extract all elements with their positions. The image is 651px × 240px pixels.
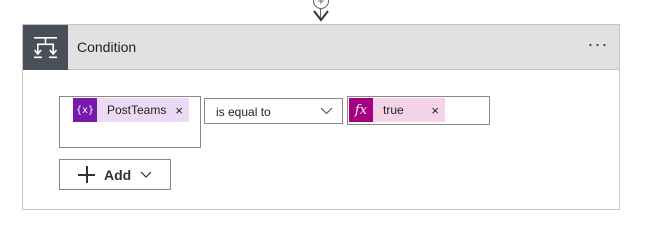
condition-card: Condition ··· {x} PostTeams × is equal t… — [22, 24, 620, 210]
add-button-label: Add — [104, 166, 132, 183]
arrow-down-icon — [313, 10, 329, 22]
add-button[interactable]: Add — [59, 159, 171, 190]
condition-icon-box — [23, 25, 68, 70]
right-operand-field[interactable]: fx true × — [347, 96, 490, 125]
insert-step-icon[interactable]: + — [313, 0, 329, 9]
variable-token[interactable]: {x} PostTeams × — [73, 98, 189, 122]
expression-icon: fx — [349, 98, 373, 122]
remove-token-icon[interactable]: × — [431, 103, 445, 118]
more-options-button[interactable]: ··· — [585, 35, 611, 57]
card-header[interactable]: Condition ··· — [23, 25, 619, 70]
plus-icon — [78, 166, 95, 183]
remove-token-icon[interactable]: × — [175, 103, 189, 118]
condition-branch-icon — [33, 37, 58, 59]
chevron-down-icon — [320, 107, 333, 115]
chevron-down-icon — [140, 171, 152, 178]
card-title: Condition — [77, 39, 137, 55]
left-operand-field[interactable]: {x} PostTeams × — [59, 96, 201, 148]
expression-token[interactable]: fx true × — [349, 98, 445, 122]
operator-dropdown[interactable]: is equal to — [204, 98, 343, 124]
expression-token-label: true — [383, 103, 404, 117]
variable-icon: {x} — [73, 98, 97, 122]
flow-canvas: + Condition ··· {x} PostTeams × is equal… — [0, 0, 651, 212]
operator-value: is equal to — [216, 105, 271, 119]
variable-token-label: PostTeams — [107, 103, 167, 117]
